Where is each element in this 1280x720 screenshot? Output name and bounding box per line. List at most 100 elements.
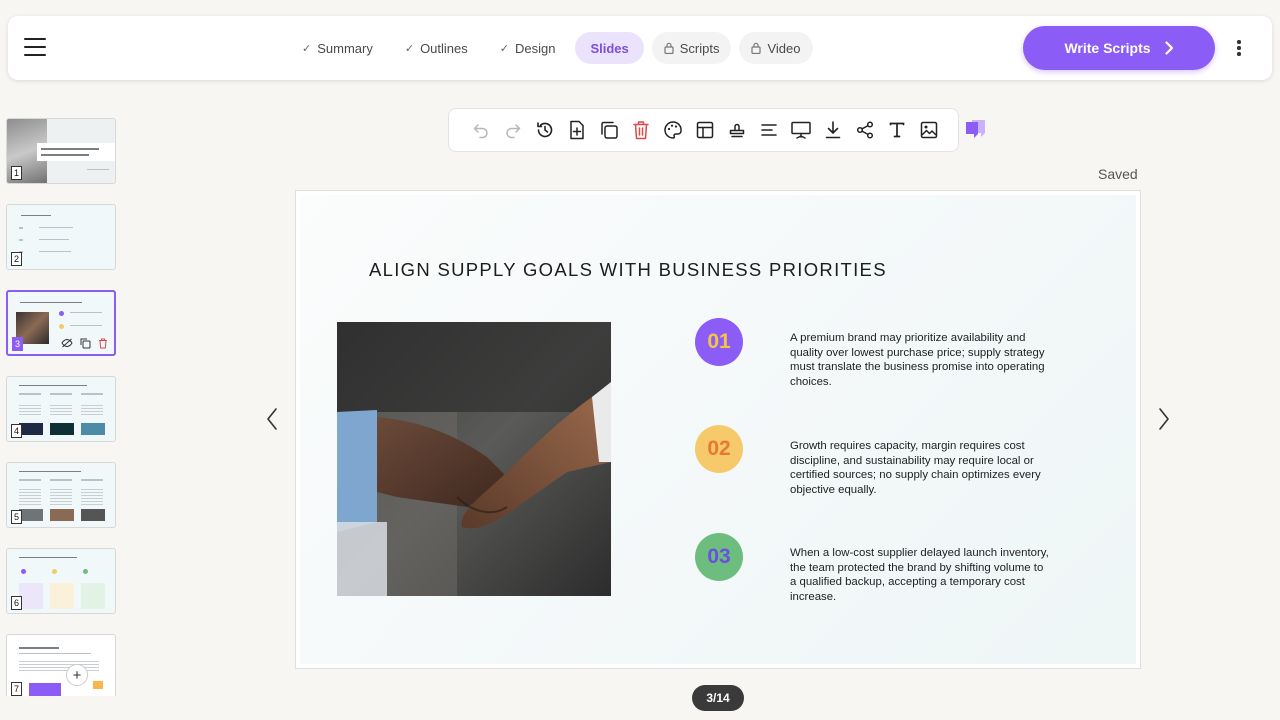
stamp-icon[interactable]: [721, 114, 753, 146]
tab-label: Scripts: [679, 40, 720, 56]
thumbnail-bar: [29, 683, 61, 696]
slide-thumbnail-list[interactable]: 1 2 3 4 5 6 7: [6, 118, 118, 696]
thumbnail-badge: [59, 324, 64, 329]
tab-slides[interactable]: Slides: [575, 32, 644, 64]
thumbnail-text-line: [39, 251, 71, 252]
ai-assistant-icon[interactable]: [964, 118, 988, 140]
workflow-steps: ✓ Summary ✓ Outlines ✓ Design Slides Scr…: [290, 32, 813, 64]
align-icon[interactable]: [753, 114, 785, 146]
thumbnail-text-line: [50, 479, 72, 481]
thumbnail-text-line: [19, 239, 23, 241]
image-icon[interactable]: [913, 114, 945, 146]
slide-thumbnail[interactable]: 1: [6, 118, 116, 184]
thumbnail-image: [19, 509, 43, 521]
tab-outlines[interactable]: ✓ Outlines: [393, 32, 480, 64]
layout-icon[interactable]: [689, 114, 721, 146]
thumbnail-title-line: [41, 154, 89, 156]
next-slide-arrow[interactable]: [1158, 407, 1172, 431]
write-scripts-button[interactable]: Write Scripts: [1023, 26, 1215, 70]
thumbnail-title-line: [19, 647, 59, 649]
lock-icon: [664, 42, 674, 54]
thumbnail-image: [50, 509, 74, 521]
delete-icon[interactable]: [625, 114, 657, 146]
thumbnail-text-line: [19, 479, 41, 481]
menu-icon[interactable]: [24, 38, 46, 57]
palette-icon[interactable]: [657, 114, 689, 146]
thumbnail-card: [81, 583, 105, 609]
thumbnail-badge: [83, 569, 88, 574]
present-icon[interactable]: [785, 114, 817, 146]
thumbnail-text-line: [19, 489, 41, 505]
thumbnail-text-line: [19, 227, 23, 229]
thumbnail-text-line: [50, 405, 72, 417]
undo-icon[interactable]: [465, 114, 497, 146]
history-icon[interactable]: [529, 114, 561, 146]
thumbnail-text-line: [19, 405, 41, 417]
item-number-badge: 01: [695, 318, 743, 366]
thumbnail-badge: [59, 311, 64, 316]
thumbnail-card: [50, 583, 74, 609]
redo-icon[interactable]: [497, 114, 529, 146]
slide-thumbnail[interactable]: 5: [6, 462, 116, 528]
delete-slide-icon[interactable]: [96, 336, 110, 350]
thumbnail-title-line: [19, 471, 81, 472]
thumbnail-image: [81, 509, 105, 521]
slide-number: 6: [11, 596, 22, 610]
more-options-icon[interactable]: [1236, 40, 1242, 56]
thumbnail-tools: [60, 336, 110, 350]
thumbnail-text-line: [81, 489, 103, 505]
thumbnail-text-line: [70, 325, 102, 326]
add-slide-button[interactable]: +: [66, 664, 88, 686]
thumbnail-text-line: [19, 393, 41, 395]
thumbnail-badge: [21, 569, 26, 574]
tab-summary[interactable]: ✓ Summary: [290, 32, 385, 64]
slide-title[interactable]: ALIGN SUPPLY GOALS WITH BUSINESS PRIORIT…: [369, 259, 887, 281]
thumbnail-text-line: [81, 479, 103, 481]
item-text[interactable]: Growth requires capacity, margin require…: [790, 439, 1052, 497]
lock-icon: [751, 42, 762, 54]
handshake-photo[interactable]: [337, 322, 611, 596]
slide-canvas[interactable]: ALIGN SUPPLY GOALS WITH BUSINESS PRIORIT…: [295, 190, 1141, 669]
chevron-right-icon: [1164, 41, 1173, 55]
add-page-icon[interactable]: [561, 114, 593, 146]
download-icon[interactable]: [817, 114, 849, 146]
thumbnail-text-line: [50, 393, 72, 395]
slide-number: 5: [11, 510, 22, 524]
duplicate-slide-icon[interactable]: [78, 336, 92, 350]
text-icon[interactable]: [881, 114, 913, 146]
tab-video[interactable]: Video: [739, 32, 813, 64]
item-number-badge: 03: [695, 533, 743, 581]
item-text[interactable]: When a low-cost supplier delayed launch …: [790, 546, 1052, 604]
check-icon: ✓: [404, 42, 415, 55]
tab-label: Summary: [317, 40, 373, 56]
hide-slide-icon[interactable]: [60, 336, 74, 350]
slide-number: 1: [11, 166, 22, 180]
check-icon: ✓: [499, 42, 509, 55]
thumbnail-text-line: [39, 239, 69, 240]
tab-design[interactable]: ✓ Design: [488, 32, 568, 64]
slide-number: 4: [11, 424, 22, 438]
slide-thumbnail[interactable]: 4: [6, 376, 116, 442]
slide-thumbnail[interactable]: 2: [6, 204, 116, 270]
thumbnail-card: [19, 583, 43, 609]
thumbnail-title-line: [21, 215, 51, 216]
thumbnail-title-line: [19, 385, 87, 386]
item-number: 01: [707, 330, 731, 353]
write-scripts-label: Write Scripts: [1064, 40, 1151, 56]
thumbnail-text-line: [19, 653, 91, 654]
slide-thumbnail-selected[interactable]: 3: [6, 290, 116, 356]
slide-thumbnail[interactable]: 6: [6, 548, 116, 614]
item-text[interactable]: A premium brand may prioritize availabil…: [790, 331, 1052, 389]
tab-label: Outlines: [420, 40, 468, 56]
previous-slide-arrow[interactable]: [266, 407, 280, 431]
top-bar: ✓ Summary ✓ Outlines ✓ Design Slides Scr…: [8, 16, 1272, 80]
share-icon[interactable]: [849, 114, 881, 146]
tab-label: Design: [514, 40, 556, 56]
tab-scripts[interactable]: Scripts: [651, 32, 732, 64]
duplicate-icon[interactable]: [593, 114, 625, 146]
item-number: 03: [707, 545, 731, 568]
tab-label: Video: [767, 40, 801, 56]
slide-thumbnail[interactable]: 7: [6, 634, 116, 696]
slide-number: 2: [11, 252, 22, 266]
thumbnail-text-line: [50, 489, 72, 505]
